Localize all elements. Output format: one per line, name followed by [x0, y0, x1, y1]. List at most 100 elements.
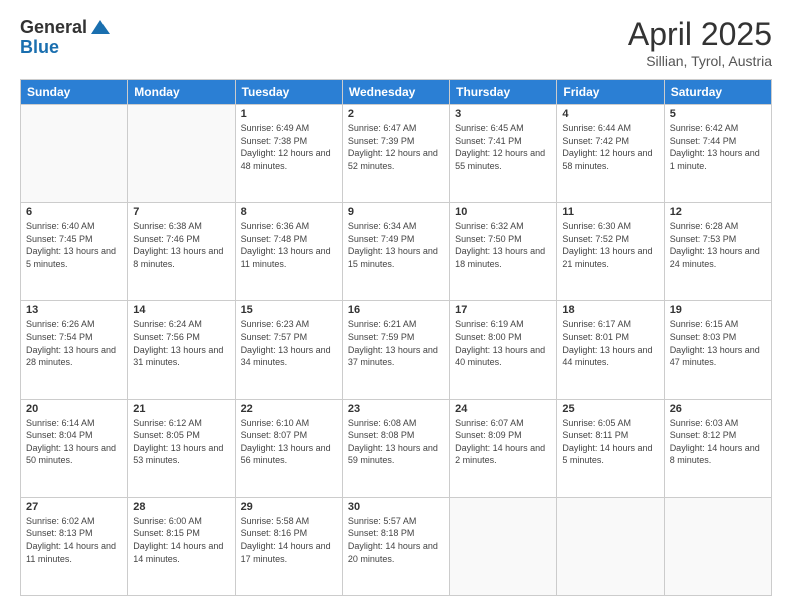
- day-number: 27: [26, 501, 122, 513]
- day-info: Sunrise: 6:05 AMSunset: 8:11 PMDaylight:…: [562, 417, 658, 467]
- logo-general: General: [20, 18, 87, 36]
- day-info: Sunrise: 6:38 AMSunset: 7:46 PMDaylight:…: [133, 220, 229, 270]
- table-row: 14 Sunrise: 6:24 AMSunset: 7:56 PMDayligh…: [128, 301, 235, 399]
- day-number: 10: [455, 206, 551, 218]
- table-row: 29 Sunrise: 5:58 AMSunset: 8:16 PMDayligh…: [235, 497, 342, 595]
- day-number: 22: [241, 403, 337, 415]
- day-number: 15: [241, 304, 337, 316]
- col-friday: Friday: [557, 80, 664, 105]
- day-info: Sunrise: 6:15 AMSunset: 8:03 PMDaylight:…: [670, 318, 766, 368]
- table-row: [664, 497, 771, 595]
- table-row: 17Sunrise: 6:19 AMSunset: 8:00 PMDayligh…: [450, 301, 557, 399]
- header: General Blue April 2025 Sillian, Tyrol, …: [20, 16, 772, 69]
- day-number: 16: [348, 304, 444, 316]
- table-row: [450, 497, 557, 595]
- day-number: 8: [241, 206, 337, 218]
- table-row: 23Sunrise: 6:08 AMSunset: 8:08 PMDayligh…: [342, 399, 449, 497]
- day-number: 23: [348, 403, 444, 415]
- table-row: 26 Sunrise: 6:03 AMSunset: 8:12 PMDayligh…: [664, 399, 771, 497]
- day-info: Sunrise: 6:17 AMSunset: 8:01 PMDaylight:…: [562, 318, 658, 368]
- day-number: 9: [348, 206, 444, 218]
- day-info: Sunrise: 6:21 AMSunset: 7:59 PMDaylight:…: [348, 318, 444, 368]
- day-number: 25: [562, 403, 658, 415]
- day-number: 29: [241, 501, 337, 513]
- table-row: 30 Sunrise: 5:57 AMSunset: 8:18 PMDayligh…: [342, 497, 449, 595]
- col-tuesday: Tuesday: [235, 80, 342, 105]
- table-row: [128, 105, 235, 203]
- day-number: 7: [133, 206, 229, 218]
- day-info: Sunrise: 6:45 AMSunset: 7:41 PMDaylight:…: [455, 122, 551, 172]
- day-number: 11: [562, 206, 658, 218]
- day-info: Sunrise: 6:00 AMSunset: 8:15 PMDaylight:…: [133, 515, 229, 565]
- day-info: Sunrise: 6:36 AMSunset: 7:48 PMDaylight:…: [241, 220, 337, 270]
- day-info: Sunrise: 6:07 AMSunset: 8:09 PMDaylight:…: [455, 417, 551, 467]
- day-info: Sunrise: 6:10 AMSunset: 8:07 PMDaylight:…: [241, 417, 337, 467]
- day-number: 20: [26, 403, 122, 415]
- table-row: 22 Sunrise: 6:10 AMSunset: 8:07 PMDayligh…: [235, 399, 342, 497]
- table-row: 5 Sunrise: 6:42 AMSunset: 7:44 PMDaylight…: [664, 105, 771, 203]
- day-number: 5: [670, 108, 766, 120]
- day-number: 13: [26, 304, 122, 316]
- table-row: 13 Sunrise: 6:26 AMSunset: 7:54 PMDayligh…: [21, 301, 128, 399]
- day-info: Sunrise: 6:44 AMSunset: 7:42 PMDaylight:…: [562, 122, 658, 172]
- table-row: 21 Sunrise: 6:12 AMSunset: 8:05 PMDayligh…: [128, 399, 235, 497]
- calendar-week-5: 27Sunrise: 6:02 AMSunset: 8:13 PMDayligh…: [21, 497, 772, 595]
- table-row: 15Sunrise: 6:23 AMSunset: 7:57 PMDayligh…: [235, 301, 342, 399]
- day-info: Sunrise: 5:58 AMSunset: 8:16 PMDaylight:…: [241, 515, 337, 565]
- day-number: 14: [133, 304, 229, 316]
- day-number: 30: [348, 501, 444, 513]
- day-info: Sunrise: 5:57 AMSunset: 8:18 PMDaylight:…: [348, 515, 444, 565]
- table-row: 7 Sunrise: 6:38 AMSunset: 7:46 PMDaylight…: [128, 203, 235, 301]
- day-info: Sunrise: 6:14 AMSunset: 8:04 PMDaylight:…: [26, 417, 122, 467]
- table-row: 3 Sunrise: 6:45 AMSunset: 7:41 PMDaylight…: [450, 105, 557, 203]
- logo: General Blue: [20, 16, 111, 56]
- day-number: 1: [241, 108, 337, 120]
- day-info: Sunrise: 6:28 AMSunset: 7:53 PMDaylight:…: [670, 220, 766, 270]
- title-section: April 2025 Sillian, Tyrol, Austria: [628, 16, 772, 69]
- day-number: 18: [562, 304, 658, 316]
- day-info: Sunrise: 6:40 AMSunset: 7:45 PMDaylight:…: [26, 220, 122, 270]
- day-info: Sunrise: 6:12 AMSunset: 8:05 PMDaylight:…: [133, 417, 229, 467]
- table-row: 20 Sunrise: 6:14 AMSunset: 8:04 PMDayligh…: [21, 399, 128, 497]
- table-row: 8 Sunrise: 6:36 AMSunset: 7:48 PMDaylight…: [235, 203, 342, 301]
- table-row: 19 Sunrise: 6:15 AMSunset: 8:03 PMDayligh…: [664, 301, 771, 399]
- day-number: 21: [133, 403, 229, 415]
- table-row: 11 Sunrise: 6:30 AMSunset: 7:52 PMDayligh…: [557, 203, 664, 301]
- day-number: 19: [670, 304, 766, 316]
- table-row: 25 Sunrise: 6:05 AMSunset: 8:11 PMDayligh…: [557, 399, 664, 497]
- page: General Blue April 2025 Sillian, Tyrol, …: [0, 0, 792, 612]
- calendar-header-row: Sunday Monday Tuesday Wednesday Thursday…: [21, 80, 772, 105]
- day-number: 26: [670, 403, 766, 415]
- table-row: 6 Sunrise: 6:40 AMSunset: 7:45 PMDaylight…: [21, 203, 128, 301]
- day-info: Sunrise: 6:30 AMSunset: 7:52 PMDaylight:…: [562, 220, 658, 270]
- day-number: 12: [670, 206, 766, 218]
- day-number: 3: [455, 108, 551, 120]
- calendar-table: Sunday Monday Tuesday Wednesday Thursday…: [20, 79, 772, 596]
- day-info: Sunrise: 6:03 AMSunset: 8:12 PMDaylight:…: [670, 417, 766, 467]
- logo-icon: [89, 16, 111, 38]
- table-row: 24Sunrise: 6:07 AMSunset: 8:09 PMDayligh…: [450, 399, 557, 497]
- table-row: 2 Sunrise: 6:47 AMSunset: 7:39 PMDaylight…: [342, 105, 449, 203]
- table-row: 27Sunrise: 6:02 AMSunset: 8:13 PMDayligh…: [21, 497, 128, 595]
- day-info: Sunrise: 6:32 AMSunset: 7:50 PMDaylight:…: [455, 220, 551, 270]
- day-info: Sunrise: 6:26 AMSunset: 7:54 PMDaylight:…: [26, 318, 122, 368]
- calendar-week-1: 1 Sunrise: 6:49 AMSunset: 7:38 PMDaylight…: [21, 105, 772, 203]
- table-row: 28Sunrise: 6:00 AMSunset: 8:15 PMDayligh…: [128, 497, 235, 595]
- table-row: 9Sunrise: 6:34 AMSunset: 7:49 PMDaylight…: [342, 203, 449, 301]
- table-row: [21, 105, 128, 203]
- calendar-week-3: 13 Sunrise: 6:26 AMSunset: 7:54 PMDayligh…: [21, 301, 772, 399]
- day-number: 6: [26, 206, 122, 218]
- day-info: Sunrise: 6:24 AMSunset: 7:56 PMDaylight:…: [133, 318, 229, 368]
- table-row: [557, 497, 664, 595]
- day-info: Sunrise: 6:19 AMSunset: 8:00 PMDaylight:…: [455, 318, 551, 368]
- table-row: 12 Sunrise: 6:28 AMSunset: 7:53 PMDayligh…: [664, 203, 771, 301]
- table-row: 18 Sunrise: 6:17 AMSunset: 8:01 PMDayligh…: [557, 301, 664, 399]
- location-subtitle: Sillian, Tyrol, Austria: [628, 53, 772, 69]
- day-number: 2: [348, 108, 444, 120]
- day-info: Sunrise: 6:49 AMSunset: 7:38 PMDaylight:…: [241, 122, 337, 172]
- logo-blue: Blue: [20, 38, 111, 56]
- day-info: Sunrise: 6:42 AMSunset: 7:44 PMDaylight:…: [670, 122, 766, 172]
- day-info: Sunrise: 6:47 AMSunset: 7:39 PMDaylight:…: [348, 122, 444, 172]
- col-thursday: Thursday: [450, 80, 557, 105]
- day-number: 4: [562, 108, 658, 120]
